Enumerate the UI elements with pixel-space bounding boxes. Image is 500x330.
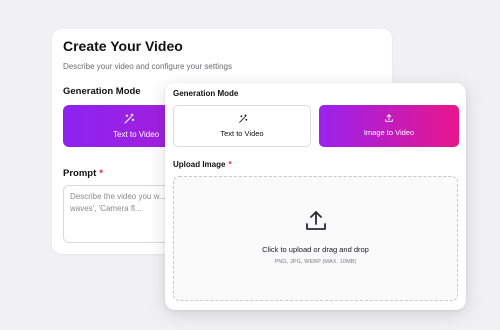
magic-wand-icon — [124, 113, 135, 124]
prompt-label: Prompt * — [63, 168, 103, 179]
upload-image-label-text: Upload Image — [173, 160, 226, 169]
dropzone-subtitle: PNG, JPG, WEBP (MAX. 10MB) — [274, 259, 357, 265]
page-subtitle: Describe your video and configure your s… — [63, 62, 232, 71]
upload-image-label: Upload Image * — [173, 160, 232, 169]
text-to-video-label: Text to Video — [113, 130, 160, 139]
text-to-video-option[interactable]: Text to Video — [173, 105, 311, 147]
image-to-video-label: Image to Video — [363, 128, 415, 137]
image-to-video-option[interactable]: Image to Video — [319, 105, 459, 147]
upload-icon — [306, 211, 326, 230]
required-asterisk: * — [228, 160, 232, 169]
magic-wand-icon — [239, 114, 248, 123]
image-upload-card: Generation Mode Text to Video Image to V… — [165, 83, 466, 310]
page-title: Create Your Video — [63, 38, 183, 54]
generation-mode-label: Generation Mode — [173, 89, 239, 98]
dropzone-title: Click to upload or drag and drop — [262, 245, 369, 254]
required-asterisk: * — [99, 168, 103, 179]
upload-icon — [385, 114, 393, 122]
image-dropzone[interactable]: Click to upload or drag and drop PNG, JP… — [173, 176, 458, 301]
generation-mode-label: Generation Mode — [63, 86, 141, 97]
prompt-label-text: Prompt — [63, 168, 97, 179]
text-to-video-label: Text to Video — [220, 129, 264, 138]
